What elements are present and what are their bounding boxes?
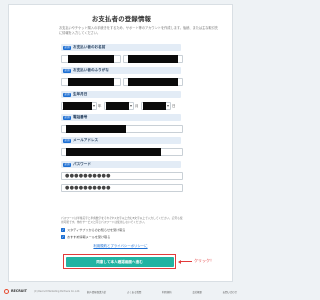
required-badge: 必須 <box>63 92 71 97</box>
footer-link[interactable]: 個人情報保護方針 <box>87 290 106 294</box>
required-badge: 必須 <box>63 115 71 120</box>
password-mask: ●●●●●●●●●● <box>65 173 111 179</box>
password-confirm-mask: ●●●●●●●●●● <box>65 185 111 191</box>
day-suffix: 日 <box>172 104 176 108</box>
kana-label: お支払い者のふりがな <box>73 68 109 72</box>
copyright: (C) Recruit Marketing Partners Co.,Ltd. <box>34 289 81 293</box>
footer: RECRUIT (C) Recruit Marketing Partners C… <box>0 284 241 300</box>
birthday-field-header: 必須 生年月日 <box>61 91 181 98</box>
required-badge: 必須 <box>63 138 71 143</box>
terms-privacy-link[interactable]: 利用規約とプライバシーポリシーに <box>0 243 241 248</box>
redacted-first-name <box>128 55 178 63</box>
name-field-header: 必須 お支払い者のお名前 <box>61 44 181 51</box>
submit-highlight-frame: 同意して本人確認画面へ進む <box>63 254 176 269</box>
redacted-first-kana <box>128 78 178 86</box>
email-label: メールアドレス <box>73 138 99 142</box>
chevron-down-icon <box>167 105 169 107</box>
redacted-day <box>143 102 166 110</box>
phone-field-header: 必須 電話番号 <box>61 114 181 121</box>
redacted-last-name <box>68 55 114 63</box>
submit-button[interactable]: 同意して本人確認画面へ進む <box>65 256 174 267</box>
arrow-left-icon <box>178 259 192 264</box>
redacted-email <box>66 148 161 156</box>
password-label: パスワード <box>73 162 91 166</box>
required-badge: 必須 <box>63 162 71 167</box>
page-title: お支払者の登録情報 <box>91 15 152 23</box>
month-suffix: 月 <box>135 104 139 108</box>
password-field-header: 必須 パスワード <box>61 161 181 168</box>
footer-links: 個人情報保護方針 よくある質問 利用規約 会社概要 お問い合わせ <box>87 290 237 294</box>
click-callout: クリック！ <box>194 258 214 263</box>
phone-label: 電話番号 <box>73 115 88 119</box>
chevron-down-icon <box>130 105 132 107</box>
footer-link[interactable]: 利用規約 <box>162 290 172 294</box>
password-confirm-input[interactable]: ●●●●●●●●●● <box>61 184 183 192</box>
footer-logo: RECRUIT <box>11 289 27 293</box>
check-icon[interactable]: ✓ <box>61 235 65 239</box>
year-suffix: 年 <box>98 104 102 108</box>
password-note: パスワードは半角英字と半角数字をそれぞれ1文字以上含む8文字以上で入力してくださ… <box>61 216 183 224</box>
check-icon[interactable]: ✓ <box>61 228 65 232</box>
name-label: お支払い者のお名前 <box>73 45 106 49</box>
required-badge: 必須 <box>63 45 71 50</box>
chevron-down-icon <box>93 105 95 107</box>
redacted-year <box>63 102 92 110</box>
redacted-last-kana <box>68 78 114 86</box>
password-input[interactable]: ●●●●●●●●●● <box>61 172 183 180</box>
checkbox-label: スタディサプリからのお知らせを受け取る <box>67 228 126 232</box>
footer-link[interactable]: お問い合わせ <box>223 290 237 294</box>
footer-link[interactable]: 会社概要 <box>192 290 202 294</box>
redacted-phone <box>66 125 126 133</box>
checkbox-label: おすすめ情報メールを受け取る <box>67 235 111 239</box>
intro-text: お支払いやチケット購入の手続きをするため、サポート等のアカウントを作成します。後… <box>59 26 219 35</box>
redacted-month <box>106 102 129 110</box>
required-badge: 必須 <box>63 68 71 73</box>
email-field-header: 必須 メールアドレス <box>61 137 181 144</box>
footer-link[interactable]: よくある質問 <box>127 290 141 294</box>
kana-field-header: 必須 お支払い者のふりがな <box>61 67 181 74</box>
birthday-label: 生年月日 <box>73 92 88 96</box>
recruit-logo-icon <box>4 289 9 294</box>
